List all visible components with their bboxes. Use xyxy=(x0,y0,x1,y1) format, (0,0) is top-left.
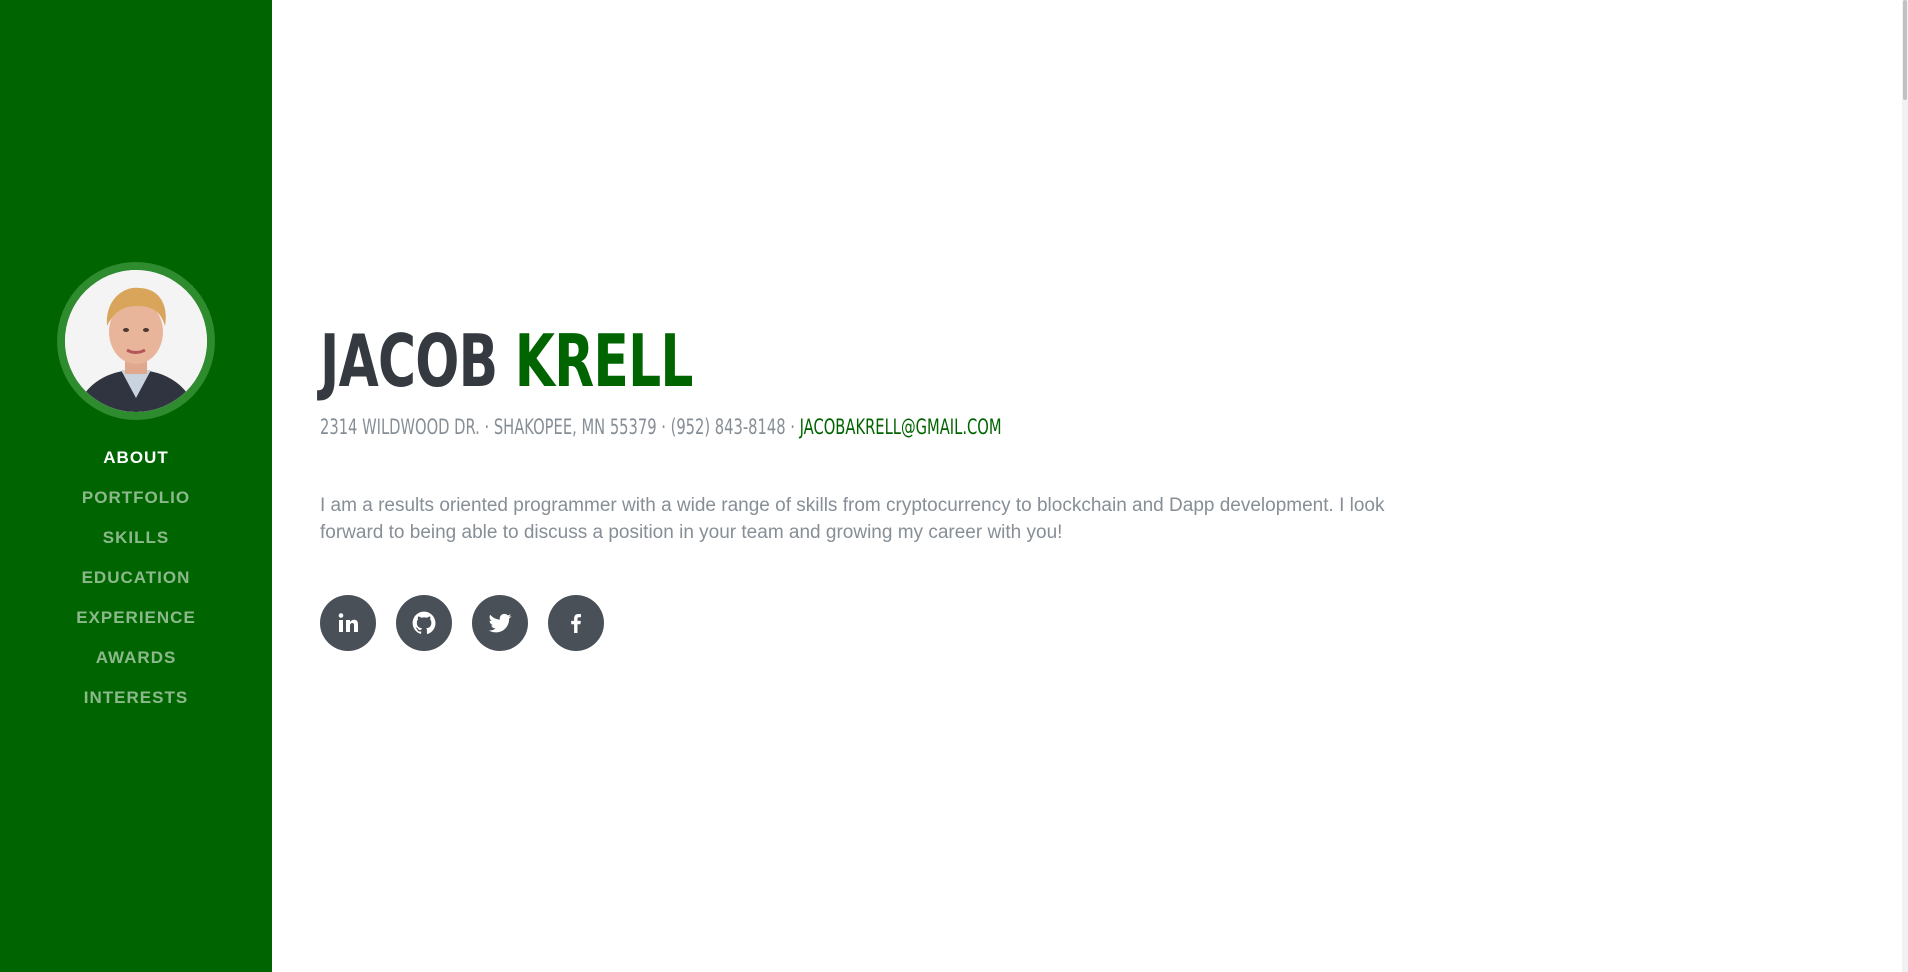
page-title: Jacob Krell xyxy=(320,316,693,406)
github-icon xyxy=(412,611,436,634)
about-text: I am a results oriented programmer with … xyxy=(320,495,1385,543)
twitter-button[interactable] xyxy=(472,595,528,651)
last-name: Krell xyxy=(514,319,694,403)
nav-link-portfolio[interactable]: Portfolio xyxy=(82,488,190,507)
nav-item-education: Education xyxy=(0,558,272,598)
profile-photo-image xyxy=(65,270,207,412)
nav-link-experience[interactable]: Experience xyxy=(76,608,196,627)
facebook-icon xyxy=(571,614,581,633)
github-button[interactable] xyxy=(396,595,452,651)
email-link[interactable]: jacobakrell@gmail.com xyxy=(800,415,1002,439)
facebook-button[interactable] xyxy=(548,595,604,651)
sidebar-nav: About Portfolio Skills Education Experie… xyxy=(0,0,272,972)
nav-link-interests[interactable]: Interests xyxy=(84,688,188,707)
profile-photo xyxy=(65,270,207,412)
nav-item-interests: Interests xyxy=(0,678,272,718)
avatar xyxy=(57,262,215,420)
nav-link-education[interactable]: Education xyxy=(82,568,191,587)
nav-item-about: About xyxy=(0,438,272,478)
nav-link-awards[interactable]: Awards xyxy=(96,648,177,667)
scrollbar-thumb[interactable] xyxy=(1903,0,1907,100)
first-name: Jacob xyxy=(320,319,498,403)
nav-item-portfolio: Portfolio xyxy=(0,478,272,518)
nav-item-experience: Experience xyxy=(0,598,272,638)
address-text: 2314 Wildwood Dr. · Shakopee, MN 55379 ·… xyxy=(320,415,795,439)
linkedin-icon xyxy=(338,613,358,632)
twitter-icon xyxy=(488,613,512,633)
linkedin-button[interactable] xyxy=(320,595,376,651)
scrollbar[interactable] xyxy=(1902,0,1908,972)
contact-info: 2314 Wildwood Dr. · Shakopee, MN 55379 ·… xyxy=(320,412,1002,442)
social-icons xyxy=(320,595,604,651)
nav-link-skills[interactable]: Skills xyxy=(103,528,169,547)
nav-list: About Portfolio Skills Education Experie… xyxy=(0,438,272,718)
nav-link-about[interactable]: About xyxy=(103,448,168,467)
nav-item-skills: Skills xyxy=(0,518,272,558)
nav-item-awards: Awards xyxy=(0,638,272,678)
about-section: Jacob Krell 2314 Wildwood Dr. · Shakopee… xyxy=(272,0,1908,972)
